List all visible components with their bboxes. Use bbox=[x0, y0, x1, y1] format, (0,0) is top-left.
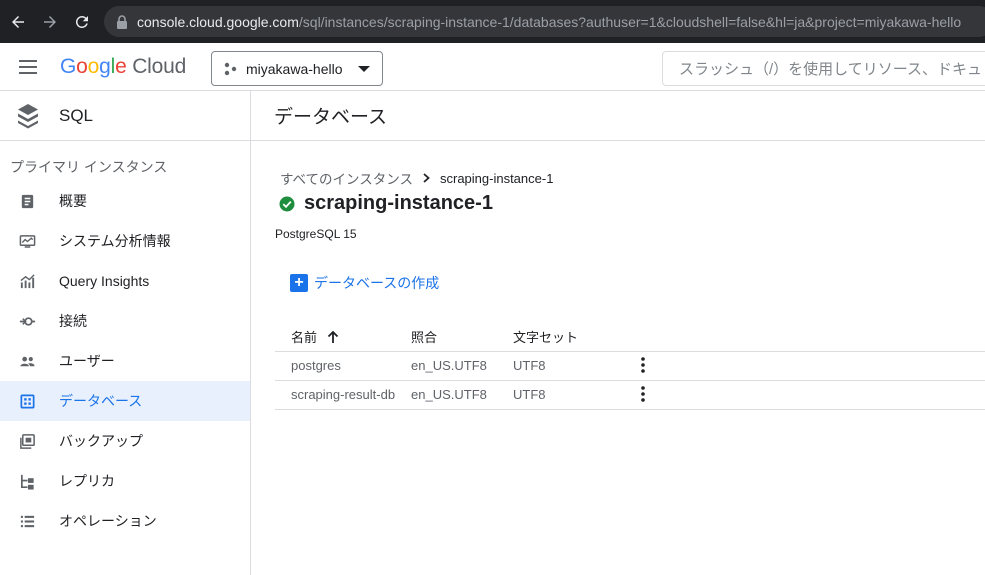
sidebar-item-backups[interactable]: バックアップ bbox=[0, 421, 250, 461]
cell-actions bbox=[633, 351, 985, 381]
table-header-row: 名前 照合 文字セット bbox=[275, 323, 985, 352]
cell-name: scraping-result-db bbox=[275, 380, 411, 410]
search-input[interactable]: スラッシュ（/）を使用してリソース、ドキュ bbox=[662, 51, 985, 86]
create-database-button[interactable]: + データベースの作成 bbox=[290, 273, 439, 293]
status-ok-icon bbox=[279, 196, 295, 211]
chevron-right-icon bbox=[423, 173, 430, 183]
arrow-left-icon bbox=[12, 15, 24, 28]
column-header-label: 名前 bbox=[291, 330, 318, 346]
sort-ascending-icon[interactable] bbox=[327, 331, 339, 344]
sidebar-item-system-insights[interactable]: システム分析情報 bbox=[0, 221, 250, 261]
sidebar-item-label: データベース bbox=[59, 393, 143, 409]
arrow-right-icon bbox=[44, 15, 56, 28]
sidebar-item-query-insights[interactable]: Query Insights bbox=[0, 261, 250, 301]
sidebar-item-label: 概要 bbox=[59, 193, 87, 209]
console-header: Google Cloud miyakawa-hello スラッシュ（/）を使用し… bbox=[0, 43, 985, 91]
row-actions-button[interactable] bbox=[635, 356, 651, 374]
column-header-label: 文字セット bbox=[513, 330, 579, 346]
reload-button[interactable] bbox=[66, 6, 98, 38]
menu-icon-line bbox=[19, 66, 37, 68]
logo-letter: e bbox=[115, 55, 127, 78]
query-insights-icon bbox=[18, 272, 36, 290]
product-title: SQL bbox=[59, 105, 94, 125]
table-row: postgres en_US.UTF8 UTF8 bbox=[275, 351, 985, 381]
overview-icon bbox=[18, 192, 36, 210]
instance-name: scraping-instance-1 bbox=[304, 192, 493, 214]
sidebar-item-label: システム分析情報 bbox=[59, 233, 171, 249]
sidebar-item-label: バックアップ bbox=[59, 433, 143, 449]
project-name: miyakawa-hello bbox=[246, 60, 343, 77]
column-header-charset[interactable]: 文字セット bbox=[513, 323, 633, 352]
sidebar-item-label: Query Insights bbox=[59, 273, 150, 289]
db-version: PostgreSQL 15 bbox=[275, 227, 357, 241]
cell-collation: en_US.UTF8 bbox=[411, 380, 513, 410]
sidebar-item-overview[interactable]: 概要 bbox=[0, 181, 250, 221]
cell-name: postgres bbox=[275, 351, 411, 381]
sidebar-section-label: プライマリ インスタンス bbox=[10, 159, 168, 175]
more-vert-icon bbox=[641, 356, 645, 373]
column-header-collation[interactable]: 照合 bbox=[411, 323, 513, 352]
logo-letter: g bbox=[99, 55, 111, 78]
cell-actions bbox=[633, 380, 985, 410]
create-database-label: データベースの作成 bbox=[314, 275, 440, 291]
forward-button[interactable] bbox=[34, 6, 66, 38]
logo-letter: o bbox=[76, 55, 88, 78]
more-vert-icon bbox=[641, 385, 645, 402]
row-actions-button[interactable] bbox=[635, 385, 651, 403]
cell-charset: UTF8 bbox=[513, 380, 633, 410]
cell-collation: en_US.UTF8 bbox=[411, 351, 513, 381]
sidebar-item-replicas[interactable]: レプリカ bbox=[0, 461, 250, 501]
page-title: データベース bbox=[274, 107, 388, 128]
table-row: scraping-result-db en_US.UTF8 UTF8 bbox=[275, 380, 985, 410]
main-menu-button[interactable] bbox=[16, 56, 40, 78]
logo-cloud-text: Cloud bbox=[132, 55, 187, 78]
backups-icon bbox=[18, 432, 36, 450]
system-insights-icon bbox=[18, 232, 36, 250]
sidebar-item-users[interactable]: ユーザー bbox=[0, 341, 250, 381]
browser-toolbar: console.cloud.google.com/sql/instances/s… bbox=[0, 0, 985, 43]
url-host: console.cloud.google.com bbox=[137, 13, 299, 30]
users-icon bbox=[18, 352, 36, 370]
sidebar-item-databases[interactable]: データベース bbox=[0, 381, 250, 421]
reload-icon bbox=[75, 15, 88, 28]
breadcrumb-current: scraping-instance-1 bbox=[439, 170, 554, 186]
sidebar-item-connections[interactable]: 接続 bbox=[0, 301, 250, 341]
back-button[interactable] bbox=[2, 6, 34, 38]
page-title-bar: データベース bbox=[251, 91, 985, 141]
cell-charset: UTF8 bbox=[513, 351, 633, 381]
menu-icon bbox=[19, 60, 37, 62]
sidebar: SQL プライマリ インスタンス 概要 システム分析情報 Query Insig… bbox=[0, 91, 251, 575]
instance-title: scraping-instance-1 bbox=[279, 192, 493, 215]
column-header-label: 照合 bbox=[411, 330, 438, 346]
main-content: データベース すべてのインスタンス scraping-instance-1 sc… bbox=[251, 91, 985, 575]
breadcrumb-all-instances[interactable]: すべてのインスタンス bbox=[280, 168, 413, 188]
column-header-actions bbox=[633, 323, 985, 352]
sidebar-item-label: 接続 bbox=[59, 313, 87, 329]
logo-letter: G bbox=[60, 55, 77, 78]
operations-icon bbox=[18, 512, 36, 530]
logo-letter: o bbox=[87, 55, 100, 78]
project-dots-icon bbox=[224, 62, 237, 75]
databases-icon bbox=[18, 392, 36, 410]
connections-icon bbox=[18, 312, 36, 330]
google-cloud-logo[interactable]: Google Cloud bbox=[60, 55, 186, 79]
sidebar-item-label: オペレーション bbox=[59, 513, 157, 529]
caret-down-icon bbox=[358, 65, 370, 72]
sidebar-header: SQL bbox=[0, 91, 250, 141]
address-bar[interactable]: console.cloud.google.com/sql/instances/s… bbox=[104, 6, 985, 37]
add-box-icon: + bbox=[290, 274, 308, 292]
url-path: /sql/instances/scraping-instance-1/datab… bbox=[298, 13, 962, 30]
databases-table: 名前 照合 文字セット postgres en_US.UTF8 UTF8 scr… bbox=[275, 323, 985, 410]
replicas-icon bbox=[18, 472, 36, 490]
sidebar-item-operations[interactable]: オペレーション bbox=[0, 501, 250, 541]
sql-product-icon bbox=[18, 103, 38, 128]
search-placeholder: スラッシュ（/）を使用してリソース、ドキュ bbox=[679, 61, 982, 78]
sidebar-item-label: ユーザー bbox=[59, 353, 115, 369]
project-picker[interactable]: miyakawa-hello bbox=[211, 51, 383, 86]
column-header-name[interactable]: 名前 bbox=[275, 323, 411, 352]
sidebar-item-label: レプリカ bbox=[59, 473, 115, 489]
breadcrumb: すべてのインスタンス scraping-instance-1 bbox=[280, 168, 553, 188]
menu-icon-line bbox=[19, 72, 37, 74]
lock-icon bbox=[117, 14, 127, 29]
